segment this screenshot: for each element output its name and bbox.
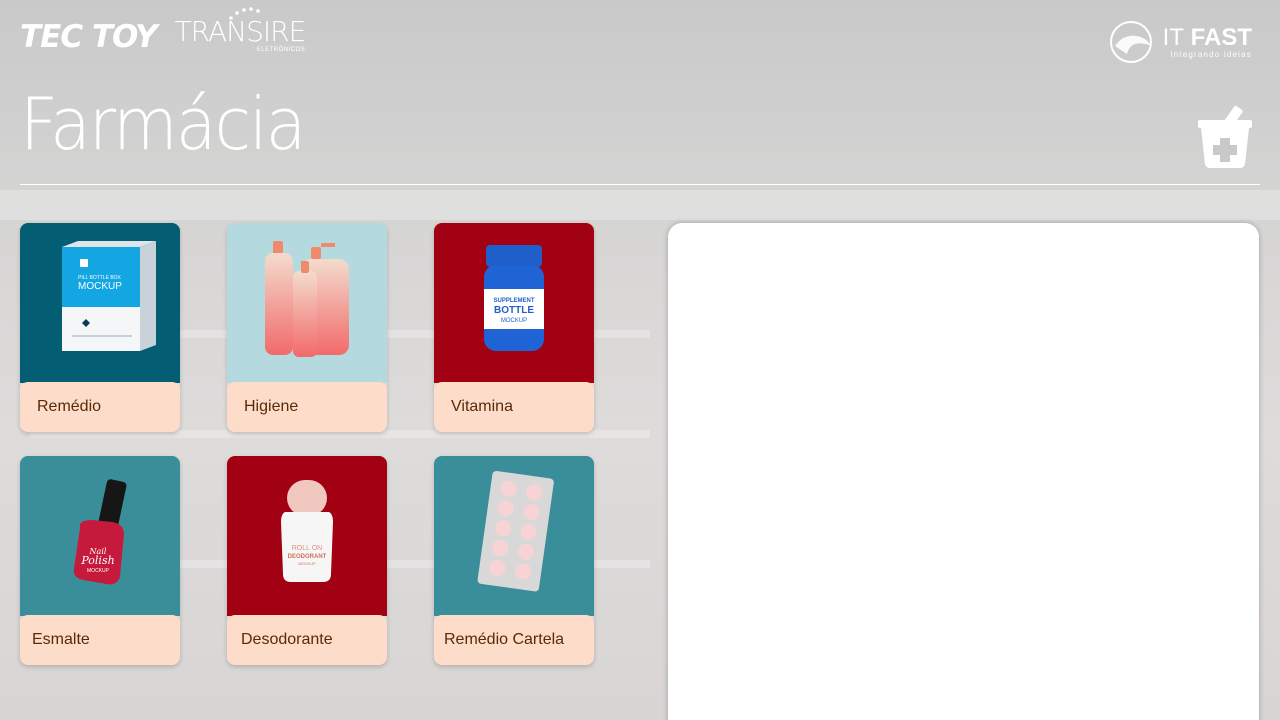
bottle-line1: SUPPLEMENT — [493, 298, 534, 304]
page-title: Farmácia — [20, 82, 306, 166]
deo-line3: MOCKUP — [298, 561, 316, 566]
product-label: Remédio Cartela — [434, 615, 594, 665]
deo-line1: ROLL ON — [292, 545, 322, 552]
product-card-higiene[interactable]: Higiene — [227, 223, 387, 432]
supplement-bottle-image: SUPPLEMENT BOTTLE MOCKUP — [484, 245, 544, 351]
bottle-line3: MOCKUP — [501, 318, 527, 324]
product-image: ROLL ON DEODORANT MOCKUP — [227, 456, 387, 616]
itfast-prefix: IT — [1162, 23, 1184, 51]
cart-panel[interactable] — [668, 223, 1259, 720]
nail-polish-image: Nail Polish MOCKUP — [73, 479, 127, 585]
eagle-icon — [1109, 21, 1152, 63]
product-label: Remédio — [20, 382, 180, 432]
deo-line2: DEODORANT — [288, 554, 327, 560]
polish-line3: MOCKUP — [87, 568, 110, 574]
polish-line2: Polish — [80, 554, 114, 567]
product-image — [434, 456, 594, 616]
product-image: Nail Polish MOCKUP — [20, 456, 180, 616]
product-label: Esmalte — [20, 615, 180, 665]
product-label: Desodorante — [227, 615, 387, 665]
transire-wordmark: TRANSIRE — [174, 15, 307, 48]
product-image — [227, 223, 387, 383]
itfast-logo: IT FAST Integrando ideias — [1107, 20, 1252, 64]
deodorant-image: ROLL ON DEODORANT MOCKUP — [281, 480, 333, 582]
blister-pack-image — [477, 470, 554, 592]
product-label: Higiene — [227, 382, 387, 432]
transire-logo: TRANSIRE ELETRÔNICOS — [174, 7, 307, 53]
product-card-desodorante[interactable]: ROLL ON DEODORANT MOCKUP Desodorante — [227, 456, 387, 665]
box-line2: MOCKUP — [78, 281, 122, 292]
product-card-vitamina[interactable]: SUPPLEMENT BOTTLE MOCKUP Vitamina — [434, 223, 594, 432]
product-image: PILL BOTTLE BOX MOCKUP — [20, 223, 180, 383]
product-card-remedio-cartela[interactable]: Remédio Cartela — [434, 456, 594, 665]
product-image: SUPPLEMENT BOTTLE MOCKUP — [434, 223, 594, 383]
itfast-tagline: Integrando ideias — [1170, 49, 1252, 59]
bottle-line2: BOTTLE — [494, 305, 534, 316]
product-card-remedio[interactable]: PILL BOTTLE BOX MOCKUP Remédio — [20, 223, 180, 432]
mortar-pestle-plus-icon — [1198, 106, 1252, 168]
hygiene-bottles-image — [265, 241, 349, 357]
itfast-name: FAST — [1190, 23, 1252, 51]
transire-dots-icon — [229, 7, 261, 20]
header-divider — [20, 184, 1260, 185]
partner-logos: TEC TOY TRANSIRE ELETRÔNICOS — [20, 7, 307, 55]
product-label: Vitamina — [434, 382, 594, 432]
medicine-box-image: PILL BOTTLE BOX MOCKUP — [62, 241, 156, 351]
product-card-esmalte[interactable]: Nail Polish MOCKUP Esmalte — [20, 456, 180, 665]
tectoy-logo: TEC TOY — [20, 19, 158, 55]
